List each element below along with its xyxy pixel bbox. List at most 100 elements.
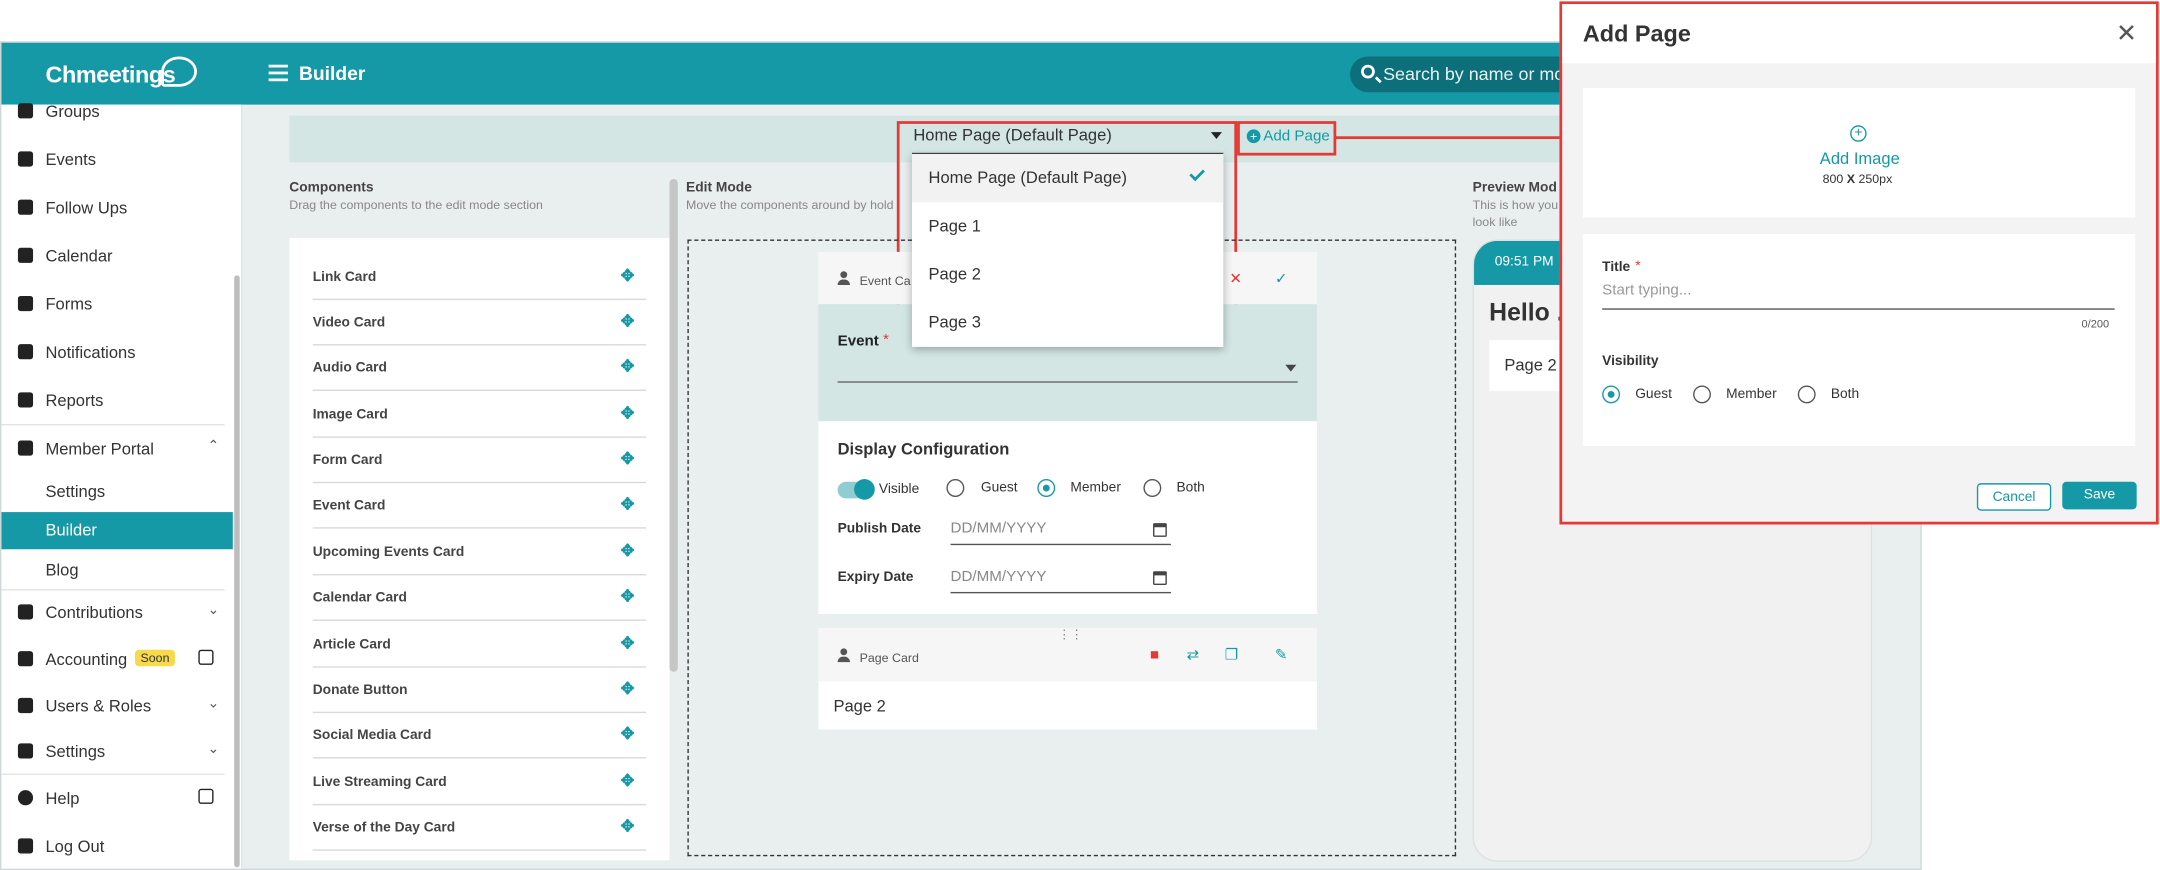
delete-icon[interactable]: ■: [1148, 648, 1162, 663]
move-icon[interactable]: ✥: [620, 680, 635, 697]
move-icon[interactable]: ✥: [620, 450, 635, 467]
external-link-icon: [198, 788, 214, 804]
sidebar-item-blog[interactable]: Blog: [1, 552, 232, 589]
page-card-body: Page 2: [818, 681, 1317, 730]
radio-guest[interactable]: [946, 479, 965, 497]
sidebar-scrollbar[interactable]: [234, 275, 240, 868]
connector-arrow: [1334, 136, 1563, 140]
sidebar-item-notifications[interactable]: Notifications: [1, 335, 232, 374]
component-social-media-card[interactable]: Social Media Card ✥: [312, 713, 647, 759]
dropdown-option-page-2[interactable]: Page 2: [912, 251, 1223, 299]
radio-both[interactable]: [1143, 479, 1162, 497]
page-form-card: Title * Start typing... 0/200 Visibility…: [1582, 234, 2136, 447]
copy-icon[interactable]: ❐: [1225, 648, 1239, 663]
sidebar-item-help[interactable]: Help: [1, 781, 232, 820]
component-calendar-card[interactable]: Calendar Card ✥: [312, 575, 647, 621]
sidebar-item-forms[interactable]: Forms: [1, 286, 232, 325]
move-icon[interactable]: ✥: [620, 772, 635, 789]
components-subtitle: Drag the components to the edit mode sec…: [289, 198, 543, 212]
person-icon: [837, 648, 850, 663]
move-icon[interactable]: ✥: [620, 725, 635, 742]
grid-icon: [17, 651, 34, 667]
search-input[interactable]: Search by name or mob: [1350, 56, 1585, 93]
sidebar-item-calendar[interactable]: Calendar: [1, 238, 232, 277]
component-image-card[interactable]: Image Card ✥: [312, 392, 647, 438]
help-icon: [17, 790, 34, 806]
sidebar-item-reports[interactable]: Reports: [1, 383, 232, 422]
calendar-icon[interactable]: [1153, 523, 1167, 537]
component-live-streaming-card[interactable]: Live Streaming Card ✥: [312, 760, 647, 806]
publish-date-input[interactable]: DD/MM/YYYY: [950, 518, 1171, 546]
sidebar-item-contributions[interactable]: Contributions ⌄: [1, 595, 232, 634]
move-icon[interactable]: ✥: [620, 405, 635, 422]
app-logo[interactable]: Chmeetings: [45, 62, 175, 90]
dropdown-option-home-page[interactable]: Home Page (Default Page): [911, 154, 1224, 203]
calendar-icon[interactable]: [1153, 571, 1167, 586]
add-image-area[interactable]: + Add Image 800 X 250px: [1582, 88, 2136, 218]
close-icon[interactable]: ✕: [2116, 21, 2137, 46]
cancel-button[interactable]: Cancel: [1976, 483, 2052, 511]
component-form-card[interactable]: Form Card ✥: [312, 438, 647, 484]
radio-both[interactable]: [1797, 385, 1816, 404]
swap-icon[interactable]: ⇄: [1186, 648, 1200, 663]
components-title: Components: [289, 180, 374, 196]
component-verse-of-the-day-card[interactable]: Verse of the Day Card ✥: [312, 805, 647, 851]
chevron-down-icon: ⌄: [207, 696, 220, 712]
move-icon[interactable]: ✥: [620, 267, 635, 284]
expiry-date-input[interactable]: DD/MM/YYYY: [950, 566, 1171, 594]
add-image-label: Add Image: [1819, 148, 1900, 168]
event-select[interactable]: [837, 352, 1298, 383]
sidebar-item-accounting[interactable]: Accounting Soon: [1, 641, 232, 680]
title-input[interactable]: Start typing...: [1602, 279, 2115, 310]
component-article-card[interactable]: Article Card ✥: [312, 622, 647, 668]
visible-toggle[interactable]: [837, 479, 875, 500]
sidebar-item-portal-settings[interactable]: Settings: [1, 474, 232, 511]
move-icon[interactable]: ✥: [620, 496, 635, 513]
plus-circle-icon: +: [1850, 125, 1867, 142]
chevron-down-icon: ⌄: [207, 741, 220, 758]
sidebar-item-builder[interactable]: Builder: [1, 512, 233, 550]
radio-member[interactable]: [1693, 385, 1711, 404]
users-icon: [17, 697, 34, 714]
component-audio-card[interactable]: Audio Card ✥: [312, 346, 647, 391]
dropdown-option-page-1[interactable]: Page 1: [912, 202, 1223, 250]
move-icon[interactable]: ✥: [620, 358, 635, 375]
component-video-card[interactable]: Video Card ✥: [312, 300, 647, 346]
save-button[interactable]: Save: [2062, 481, 2137, 510]
reports-icon: [17, 392, 34, 408]
move-icon[interactable]: ✥: [620, 818, 635, 835]
sidebar-item-users-roles[interactable]: Users & Roles ⌄: [1, 688, 232, 727]
sidebar-item-log-out[interactable]: Log Out: [1, 829, 232, 868]
soon-badge: Soon: [135, 649, 175, 667]
component-link-card[interactable]: Link Card ✥: [312, 255, 647, 301]
check-icon[interactable]: ✓: [1274, 272, 1288, 287]
close-icon[interactable]: ✕: [1229, 272, 1243, 287]
component-donate-button[interactable]: Donate Button ✥: [312, 668, 647, 714]
panel-scrollbar[interactable]: [669, 178, 678, 672]
drag-handle-icon[interactable]: ⋮⋮: [1058, 628, 1083, 643]
sidebar-item-settings[interactable]: Settings ⌄: [1, 734, 232, 773]
sidebar-item-groups[interactable]: Groups: [1, 94, 232, 133]
sidebar-divider: [1, 589, 225, 591]
sidebar-item-follow-ups[interactable]: Follow Ups: [1, 190, 232, 229]
move-icon[interactable]: ✥: [620, 635, 635, 652]
component-upcoming-events-card[interactable]: Upcoming Events Card ✥: [312, 530, 647, 576]
move-icon[interactable]: ✥: [620, 542, 635, 559]
edit-mode-subtitle: Move the components around by hold: [686, 198, 894, 212]
hamburger-menu-icon[interactable]: [268, 64, 288, 82]
image-size-label: 800 X 250px: [1822, 172, 1893, 186]
component-event-card[interactable]: Event Card ✥: [312, 483, 647, 529]
move-icon[interactable]: ✥: [620, 588, 635, 605]
page-card-header[interactable]: ⋮⋮ Page Card ■ ⇄ ❐ ✎: [818, 627, 1317, 682]
dropdown-option-page-3[interactable]: Page 3: [912, 299, 1223, 347]
page-dropdown-menu: Home Page (Default Page) Page 1 Page 2 P…: [911, 154, 1224, 347]
sidebar-item-member-portal[interactable]: Member Portal ⌃: [1, 431, 232, 470]
forms-icon: [17, 295, 34, 312]
sidebar-item-events[interactable]: Events: [1, 142, 232, 181]
move-icon[interactable]: ✥: [620, 312, 635, 329]
preview-title: Preview Mod: [1472, 180, 1557, 196]
radio-guest[interactable]: [1602, 385, 1621, 404]
edit-icon[interactable]: ✎: [1274, 648, 1288, 663]
radio-member[interactable]: [1037, 479, 1056, 497]
person-icon: [837, 271, 850, 285]
